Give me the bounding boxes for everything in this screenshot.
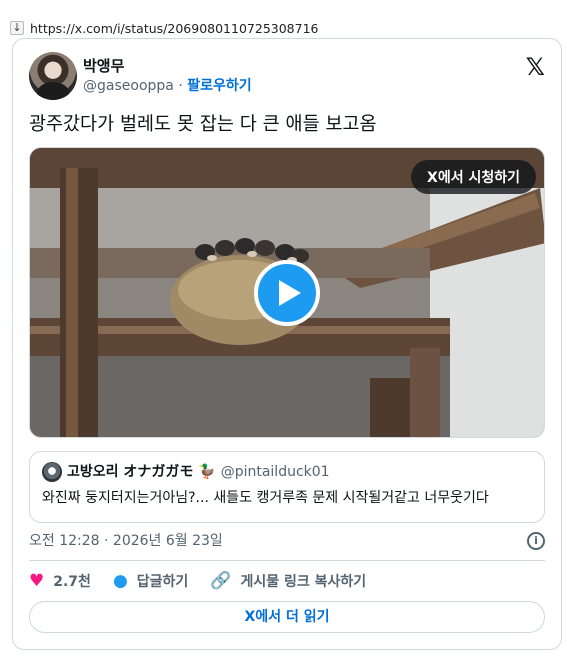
play-icon[interactable] xyxy=(254,260,320,326)
quoted-tweet-header: 고방오리 オナガガモ 🦆 @pintailduck01 xyxy=(42,462,532,482)
reply-button[interactable]: ● 답글하기 xyxy=(113,571,188,591)
url-text: https://x.com/i/status/20690801107253087… xyxy=(30,20,319,36)
info-icon[interactable]: i xyxy=(527,532,545,550)
quoted-tweet[interactable]: 고방오리 オナガガモ 🦆 @pintailduck01 와진짜 둥지터지는거아님… xyxy=(29,451,545,523)
tweet-card[interactable]: 박앵무 @gaseooppa · 팔로우하기 𝕏 광주갔다가 벌레도 못 잡는 … xyxy=(12,38,562,650)
x-logo-icon[interactable]: 𝕏 xyxy=(526,53,545,81)
reply-label: 답글하기 xyxy=(136,574,189,590)
like-count: 2.7천 xyxy=(53,574,91,590)
tweet-text: 광주갔다가 벌레도 못 잡는 다 큰 애들 보고옴 xyxy=(29,114,377,135)
author-display-name[interactable]: 박앵무 xyxy=(83,56,252,76)
separator-dot: · xyxy=(178,78,183,94)
like-button[interactable]: ♥ 2.7천 xyxy=(29,571,91,591)
tweet-actions: ♥ 2.7천 ● 답글하기 🔗 게시물 링크 복사하기 xyxy=(29,570,388,592)
heart-icon: ♥ xyxy=(29,571,45,591)
watch-on-x-button[interactable]: X에서 시청하기 xyxy=(411,160,536,194)
avatar[interactable] xyxy=(29,52,77,100)
divider xyxy=(29,560,545,561)
link-icon: 🔗 xyxy=(210,571,232,591)
speech-bubble-icon: ● xyxy=(112,571,128,591)
quoted-avatar xyxy=(42,462,62,482)
author-info: 박앵무 @gaseooppa · 팔로우하기 xyxy=(83,56,252,96)
copy-link-button[interactable]: 🔗 게시물 링크 복사하기 xyxy=(210,571,366,591)
follow-button[interactable]: 팔로우하기 xyxy=(187,78,251,94)
tweet-timestamp[interactable]: 오전 12:28 · 2026년 6월 23일 xyxy=(29,531,223,551)
copy-link-label: 게시물 링크 복사하기 xyxy=(240,574,367,590)
quoted-handle: @pintailduck01 xyxy=(220,464,330,480)
author-handle[interactable]: @gaseooppa xyxy=(83,78,174,94)
url-bar: ↓ https://x.com/i/status/206908011072530… xyxy=(10,18,319,38)
author-handle-line: @gaseooppa · 팔로우하기 xyxy=(83,76,252,96)
read-more-button[interactable]: X에서 더 읽기 xyxy=(29,601,545,633)
download-arrow-icon: ↓ xyxy=(10,21,24,35)
tweet-author[interactable]: 박앵무 @gaseooppa · 팔로우하기 xyxy=(29,52,252,100)
quoted-tweet-text: 와진짜 둥지터지는거아님?... 새들도 캥거루족 문제 시작될거같고 너무웃기… xyxy=(42,490,489,506)
quoted-display-name: 고방오리 オナガガモ 🦆 xyxy=(67,464,216,480)
video-player[interactable]: X에서 시청하기 xyxy=(29,147,545,438)
